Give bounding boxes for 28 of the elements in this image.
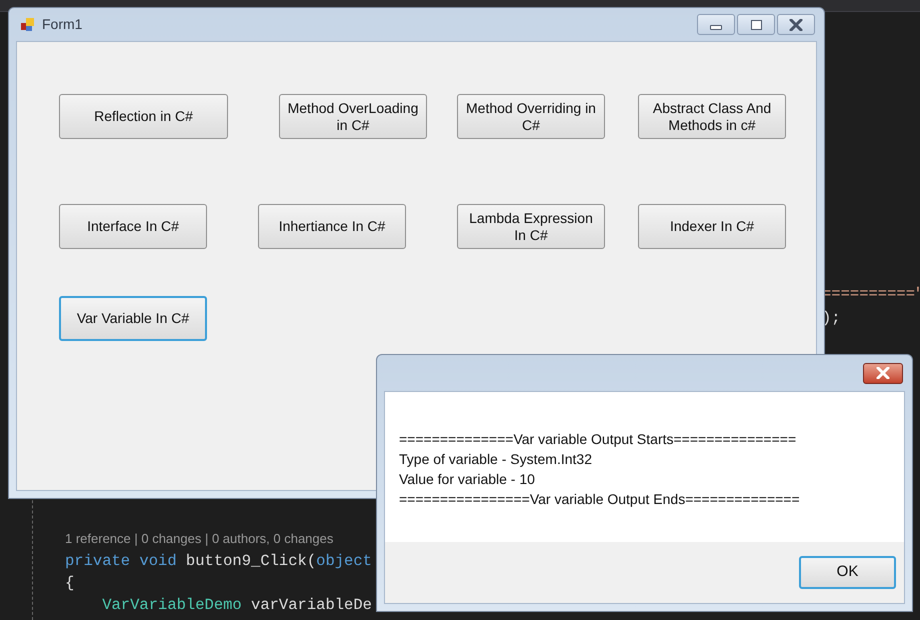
form-button[interactable]: Abstract Class And Methods in c# bbox=[638, 94, 786, 139]
close-button[interactable] bbox=[863, 362, 903, 384]
code-line: ==========" bbox=[822, 284, 920, 305]
form-button[interactable]: Lambda Expression In C# bbox=[457, 204, 605, 249]
code-lens: 1 reference | 0 changes | 0 authors, 0 changes bbox=[65, 530, 334, 548]
message-text: Type of variable - System.Int32 bbox=[399, 450, 593, 469]
message-text: ================Var variable Output Ends============== bbox=[399, 490, 801, 509]
form-button[interactable]: Indexer In C# bbox=[638, 204, 786, 249]
form-button[interactable]: Reflection in C# bbox=[59, 94, 228, 139]
form-button[interactable]: Var Variable In C# bbox=[59, 296, 207, 341]
maximize-button[interactable] bbox=[737, 14, 775, 35]
form-button[interactable]: Method Overriding in C# bbox=[457, 94, 605, 139]
code-line: ); bbox=[822, 308, 842, 329]
message-text: Value for variable - 10 bbox=[399, 470, 536, 489]
code-line: { bbox=[65, 573, 76, 594]
message-text: ==============Var variable Output Starts=============== bbox=[399, 430, 798, 449]
ok-button[interactable]: OK bbox=[799, 556, 896, 589]
window-title: Form1 bbox=[42, 15, 82, 34]
minimize-button[interactable] bbox=[697, 14, 735, 35]
app-icon bbox=[20, 16, 36, 32]
close-icon bbox=[876, 367, 890, 379]
code-line: private void button9_Click(object bbox=[65, 551, 372, 572]
close-icon bbox=[789, 18, 803, 30]
form-button[interactable]: Method OverLoading in C# bbox=[279, 94, 427, 139]
form-button[interactable]: Interface In C# bbox=[59, 204, 207, 249]
code-line: VarVariableDemo varVariableDe bbox=[101, 595, 372, 616]
close-button[interactable] bbox=[777, 14, 815, 35]
form-button[interactable]: Inhertiance In C# bbox=[258, 204, 406, 249]
